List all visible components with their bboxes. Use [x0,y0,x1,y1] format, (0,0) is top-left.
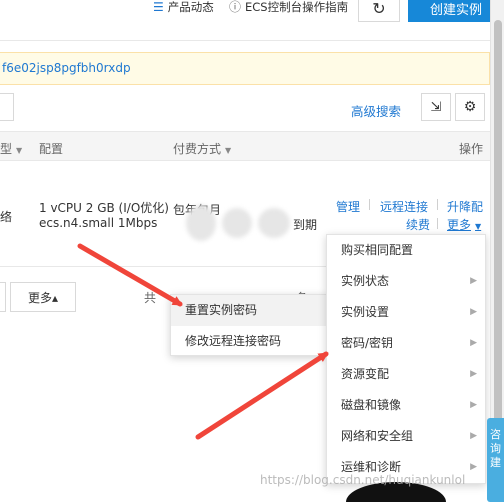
instance-status-item[interactable]: 实例状态 ▶ [327,266,485,297]
payment-header-label: 付费方式 [173,142,222,156]
disk-image-item[interactable]: 磁盘和镜像 ▶ [327,390,485,421]
action-separator [437,199,438,210]
network-security-label: 网络和安全组 [341,429,414,443]
more-actions-label: 更多 [447,218,472,232]
consult-char-3: 建 [490,456,501,469]
network-type-header-label: 型 [0,142,13,156]
notice-banner: f6e02jsp8pgfbh0rxdp [0,52,490,85]
action-separator [437,218,438,229]
resource-change-label: 资源变配 [341,367,390,381]
product-news-label: 产品动态 [167,0,214,14]
more-actions-menu: 购买相同配置 实例状态 ▶ 实例设置 ▶ 密码/密钥 ▶ 资源变配 ▶ 磁盘和镜像 ▶ 网… [326,234,486,484]
row-divider [0,266,330,267]
config-line2: ecs.n4.small 1Mbps [39,216,158,230]
red-arrow-to-password-key [195,351,329,440]
ops-diagnosis-label: 运维和诊断 [341,460,402,474]
reset-instance-password-item[interactable]: 重置实例密码 [171,295,327,326]
sort-caret-icon: ▼ [16,146,23,155]
refresh-button[interactable]: ↻ [358,0,400,22]
gear-icon: ⚙ [463,99,477,115]
help-circle-icon: ⓘ [229,0,242,14]
payment-header[interactable]: 付费方式 ▼ [173,140,231,157]
advanced-search-link[interactable]: 高级搜索 [351,101,401,120]
buy-same-config-item[interactable]: 购买相同配置 [327,235,485,266]
change-remote-password-item[interactable]: 修改远程连接密码 [171,326,327,357]
top-divider [0,40,504,41]
resource-change-item[interactable]: 资源变配 ▶ [327,359,485,390]
network-security-item[interactable]: 网络和安全组 ▶ [327,421,485,452]
action-separator [369,199,370,210]
chevron-right-icon: ▶ [470,431,477,441]
instance-status-label: 实例状态 [341,274,390,288]
password-key-label: 密码/密钥 [341,336,394,350]
network-cell: 络 [0,210,13,224]
consult-char-2: 询 [490,442,501,455]
expiry-label: 到期 [293,218,318,232]
password-key-item[interactable]: 密码/密钥 ▶ [327,328,485,359]
password-submenu: 重置实例密码 修改远程连接密码 [170,294,328,356]
chevron-right-icon: ▶ [470,462,477,472]
chevron-right-icon: ▶ [470,307,477,317]
chevron-right-icon: ▶ [470,369,477,379]
actions-header: 操作 [459,142,484,156]
config-header: 配置 [39,142,64,156]
footer-select-stub[interactable] [0,282,6,312]
refresh-icon: ↻ [372,0,386,18]
manage-link[interactable]: 管理 [336,198,360,215]
list-icon: ☰ [153,0,164,14]
notice-text: f6e02jsp8pgfbh0rxdp [2,61,131,75]
red-arrow-to-reset-password [77,243,183,307]
chevron-right-icon: ▶ [470,400,477,410]
redacted-blur [186,205,216,241]
remote-connect-link[interactable]: 远程连接 [380,198,428,215]
export-icon: ⇲ [430,99,442,115]
scrollbar-thumb[interactable] [494,20,502,430]
instance-settings-label: 实例设置 [341,305,390,319]
more-actions-link[interactable]: 更多 ▼ [447,216,481,233]
watermark-text: https://blog.csdn.net/huqiankunlol [260,473,466,487]
consult-tab[interactable]: 咨 询 建 [487,418,504,502]
chevron-right-icon: ▶ [470,276,477,286]
top-bar: ☰ 产品动态 ⓘ ECS控制台操作指南 ↻ 创建实例 [0,0,504,40]
batch-more-button[interactable]: 更多▴ [10,282,76,312]
ecs-guide-link[interactable]: ⓘ ECS控制台操作指南 [229,0,348,14]
upgrade-link[interactable]: 升降配 [447,198,483,215]
redacted-blur [222,208,252,238]
config-line1: 1 vCPU 2 GB (I/O优化) [39,201,169,215]
network-type-header[interactable]: 型 ▼ [0,140,22,157]
renew-link[interactable]: 续费 [406,216,430,233]
redacted-blur [258,208,290,238]
export-button[interactable]: ⇲ [421,93,451,121]
sort-caret-icon: ▼ [225,146,232,155]
filter-select-stub[interactable] [0,93,14,121]
instance-settings-item[interactable]: 实例设置 ▶ [327,297,485,328]
table-header: 型 ▼ 配置 付费方式 ▼ 操作 [0,131,490,161]
disk-image-label: 磁盘和镜像 [341,398,402,412]
consult-char-1: 咨 [490,428,501,441]
product-news-link[interactable]: ☰ 产品动态 [153,0,214,14]
ecs-guide-label: ECS控制台操作指南 [245,0,349,14]
settings-button[interactable]: ⚙ [455,93,485,121]
chevron-right-icon: ▶ [470,338,477,348]
total-count-label: 共 [144,291,157,305]
chevron-down-icon: ▼ [475,222,482,231]
